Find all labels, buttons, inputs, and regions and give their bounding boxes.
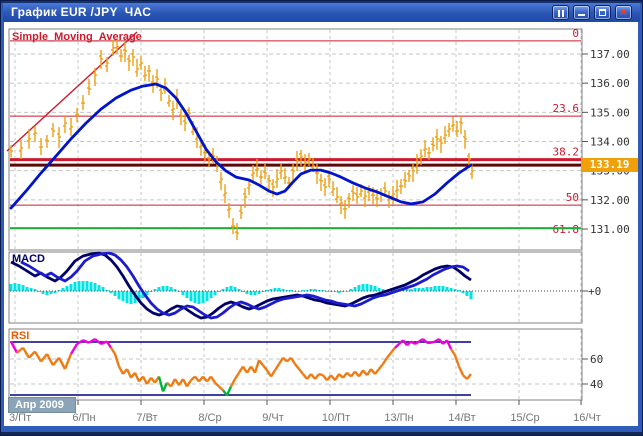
pause-icon bbox=[553, 6, 568, 19]
maximize-icon bbox=[595, 6, 610, 19]
close-icon: × bbox=[616, 6, 631, 19]
current-price-badge: 133.19 bbox=[581, 158, 638, 172]
month-label: Апр 2009 bbox=[8, 397, 76, 413]
maximize-button[interactable] bbox=[594, 5, 611, 20]
minimize-icon bbox=[574, 6, 589, 19]
minimize-button[interactable] bbox=[573, 5, 590, 20]
chart-window: График EUR /JPY ЧАС × 3/Пт6/Пн7/Вт8/Ср9/… bbox=[0, 0, 643, 436]
pause-button[interactable] bbox=[552, 5, 569, 20]
window-title: График EUR /JPY ЧАС bbox=[11, 5, 151, 19]
title-bar[interactable]: График EUR /JPY ЧАС × bbox=[3, 3, 640, 22]
chart-client-area[interactable] bbox=[4, 22, 638, 426]
close-button[interactable]: × bbox=[615, 5, 632, 20]
macd-legend: MACD bbox=[12, 253, 45, 265]
rsi-legend: RSI bbox=[11, 330, 29, 342]
window-controls: × bbox=[552, 5, 632, 20]
sma-legend: Simple_Moving_Average bbox=[12, 31, 142, 43]
